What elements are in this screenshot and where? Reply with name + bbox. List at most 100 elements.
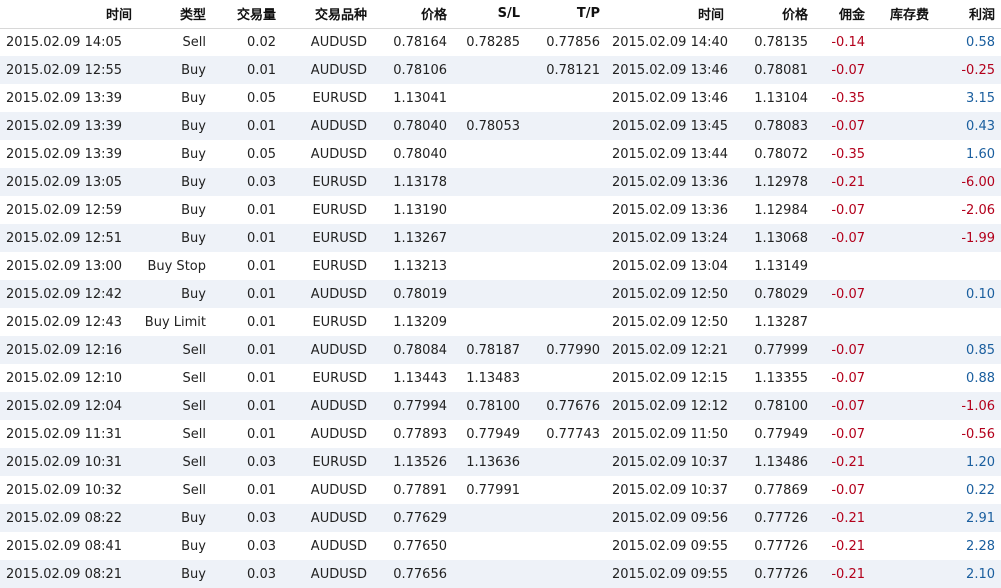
- cell-tp: [526, 364, 606, 392]
- table-row[interactable]: 2015.02.09 08:41 Buy 0.03 AUDUSD 0.77650 2015…: [0, 532, 1001, 560]
- cell-close-price: 0.77869: [754, 482, 808, 498]
- cell-sl: [453, 56, 526, 84]
- cell-swap: [871, 308, 935, 336]
- cell-commission: -0.21: [831, 566, 865, 582]
- cell-sl: 0.78187: [466, 342, 520, 358]
- cell-swap: [871, 476, 935, 504]
- cell-type: Buy: [181, 174, 206, 190]
- cell-type: Buy: [181, 202, 206, 218]
- cell-commission: -0.07: [831, 370, 865, 386]
- table-row[interactable]: 2015.02.09 10:31 Sell 0.03 EURUSD 1.13526 1.1…: [0, 448, 1001, 476]
- cell-close-price: 0.78100: [754, 398, 808, 414]
- table-row[interactable]: 2015.02.09 13:39 Buy 0.01 AUDUSD 0.78040 0.78…: [0, 112, 1001, 140]
- table-row[interactable]: 2015.02.09 13:39 Buy 0.05 EURUSD 1.13041 2015…: [0, 84, 1001, 112]
- col-header-sl[interactable]: S/L: [453, 0, 526, 29]
- table-row[interactable]: 2015.02.09 12:55 Buy 0.01 AUDUSD 0.78106 0.78…: [0, 56, 1001, 84]
- cell-commission: -0.07: [831, 426, 865, 442]
- table-row[interactable]: 2015.02.09 12:42 Buy 0.01 AUDUSD 0.78019 2015…: [0, 280, 1001, 308]
- cell-open-price: 1.13443: [393, 370, 447, 386]
- table-row[interactable]: 2015.02.09 12:04 Sell 0.01 AUDUSD 0.77994 0.7…: [0, 392, 1001, 420]
- table-row[interactable]: 2015.02.09 13:00 Buy Stop 0.01 EURUSD 1.1321…: [0, 252, 1001, 280]
- cell-type: Buy: [181, 146, 206, 162]
- cell-symbol: EURUSD: [312, 258, 367, 274]
- cell-profit: -1.99: [961, 230, 995, 246]
- table-row[interactable]: 2015.02.09 10:32 Sell 0.01 AUDUSD 0.77891 0.7…: [0, 476, 1001, 504]
- cell-tp: 0.77676: [546, 398, 600, 414]
- table-row[interactable]: 2015.02.09 11:31 Sell 0.01 AUDUSD 0.77893 0.7…: [0, 420, 1001, 448]
- cell-profit: 1.20: [966, 454, 995, 470]
- cell-type: Sell: [182, 34, 206, 50]
- cell-close-time: 2015.02.09 13:36: [612, 202, 729, 218]
- cell-open-time: 2015.02.09 13:39: [6, 118, 123, 134]
- col-header-type[interactable]: 类型: [138, 0, 212, 29]
- col-header-swap[interactable]: 库存费: [871, 0, 935, 29]
- cell-volume: 0.01: [247, 258, 276, 274]
- cell-symbol: AUDUSD: [310, 426, 367, 442]
- table-row[interactable]: 2015.02.09 12:16 Sell 0.01 AUDUSD 0.78084 0.7…: [0, 336, 1001, 364]
- table-row[interactable]: 2015.02.09 14:05 Sell 0.02 AUDUSD 0.78164 0.7…: [0, 28, 1001, 56]
- cell-open-price: 0.77891: [393, 482, 447, 498]
- cell-volume: 0.03: [247, 538, 276, 554]
- cell-close-time: 2015.02.09 11:50: [612, 426, 729, 442]
- cell-close-time: 2015.02.09 12:21: [612, 342, 729, 358]
- col-header-symbol[interactable]: 交易品种: [282, 0, 373, 29]
- col-header-close-time[interactable]: 时间: [606, 0, 730, 29]
- cell-close-time: 2015.02.09 13:04: [612, 258, 729, 274]
- cell-open-time: 2015.02.09 12:59: [6, 202, 123, 218]
- cell-symbol: EURUSD: [312, 230, 367, 246]
- cell-profit: -1.06: [961, 398, 995, 414]
- cell-sl: [453, 224, 526, 252]
- col-header-open-time[interactable]: 时间: [0, 0, 138, 29]
- table-row[interactable]: 2015.02.09 12:10 Sell 0.01 EURUSD 1.13443 1.1…: [0, 364, 1001, 392]
- cell-close-time: 2015.02.09 14:40: [612, 34, 729, 50]
- cell-swap: [871, 392, 935, 420]
- table-row[interactable]: 2015.02.09 13:05 Buy 0.03 EURUSD 1.13178 2015…: [0, 168, 1001, 196]
- cell-open-time: 2015.02.09 12:10: [6, 370, 123, 386]
- cell-sl: 0.78285: [466, 34, 520, 50]
- cell-symbol: AUDUSD: [310, 538, 367, 554]
- cell-type: Buy Stop: [147, 258, 206, 274]
- col-header-tp[interactable]: T/P: [526, 0, 606, 29]
- cell-open-price: 0.77994: [393, 398, 447, 414]
- table-row[interactable]: 2015.02.09 13:39 Buy 0.05 AUDUSD 0.78040 2015…: [0, 140, 1001, 168]
- table-row[interactable]: 2015.02.09 12:43 Buy Limit 0.01 EURUSD 1.132…: [0, 308, 1001, 336]
- cell-commission: -0.21: [831, 510, 865, 526]
- cell-close-price: 1.13486: [754, 454, 808, 470]
- cell-swap: [871, 504, 935, 532]
- cell-open-time: 2015.02.09 08:41: [6, 538, 123, 554]
- cell-swap: [871, 56, 935, 84]
- cell-volume: 0.03: [247, 510, 276, 526]
- cell-profit: 2.28: [966, 538, 995, 554]
- cell-swap: [871, 532, 935, 560]
- col-header-close-price[interactable]: 价格: [730, 0, 814, 29]
- cell-profit: 0.58: [966, 34, 995, 50]
- col-header-volume[interactable]: 交易量: [212, 0, 282, 29]
- cell-sl: 0.78100: [466, 398, 520, 414]
- table-row[interactable]: 2015.02.09 08:22 Buy 0.03 AUDUSD 0.77629 2015…: [0, 504, 1001, 532]
- cell-volume: 0.01: [247, 62, 276, 78]
- cell-profit: 0.22: [966, 482, 995, 498]
- cell-open-price: 1.13041: [393, 90, 447, 106]
- cell-close-price: 1.13355: [754, 370, 808, 386]
- col-header-profit[interactable]: 利润: [935, 0, 1001, 29]
- cell-sl: [453, 140, 526, 168]
- col-header-open-price[interactable]: 价格: [373, 0, 453, 29]
- cell-sl: 1.13636: [466, 454, 520, 470]
- cell-swap: [871, 84, 935, 112]
- cell-type: Sell: [182, 454, 206, 470]
- cell-open-price: 0.77656: [393, 566, 447, 582]
- cell-close-price: 1.13149: [754, 258, 808, 274]
- cell-volume: 0.03: [247, 454, 276, 470]
- table-row[interactable]: 2015.02.09 08:21 Buy 0.03 AUDUSD 0.77656 2015…: [0, 560, 1001, 588]
- cell-symbol: AUDUSD: [310, 342, 367, 358]
- cell-open-price: 1.13213: [393, 258, 447, 274]
- cell-sl: 0.77949: [466, 426, 520, 442]
- table-row[interactable]: 2015.02.09 12:51 Buy 0.01 EURUSD 1.13267 2015…: [0, 224, 1001, 252]
- cell-swap: [871, 168, 935, 196]
- cell-profit: -0.25: [961, 62, 995, 78]
- cell-close-price: 0.78135: [754, 34, 808, 50]
- cell-commission: -0.14: [831, 34, 865, 50]
- cell-close-time: 2015.02.09 12:15: [612, 370, 729, 386]
- table-row[interactable]: 2015.02.09 12:59 Buy 0.01 EURUSD 1.13190 2015…: [0, 196, 1001, 224]
- col-header-commission[interactable]: 佣金: [814, 0, 871, 29]
